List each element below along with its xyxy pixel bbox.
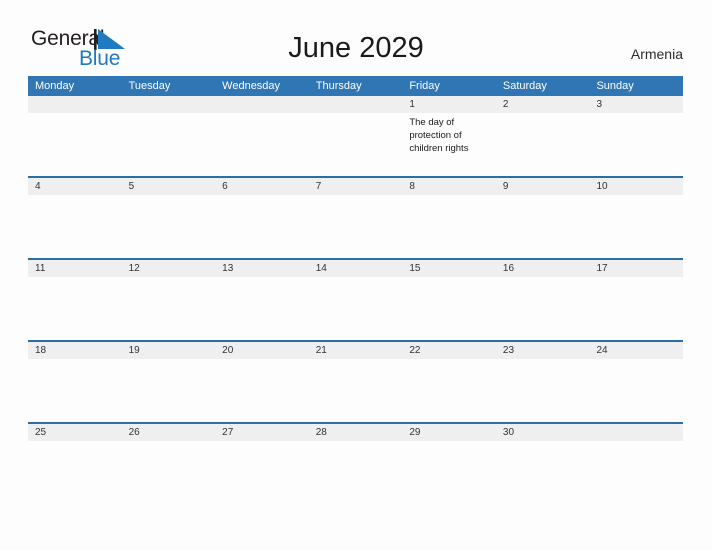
week-date-band: 25 26 27 28 29 30 <box>28 424 683 441</box>
week-content-band <box>28 359 683 422</box>
day-number[interactable] <box>309 96 403 113</box>
country-label: Armenia <box>630 46 683 62</box>
day-number[interactable]: 4 <box>28 178 122 195</box>
day-number[interactable]: 6 <box>215 178 309 195</box>
day-cell[interactable] <box>28 195 122 258</box>
day-number[interactable]: 16 <box>496 260 590 277</box>
day-number[interactable]: 21 <box>309 342 403 359</box>
day-cell[interactable] <box>309 113 403 176</box>
day-number[interactable]: 8 <box>402 178 496 195</box>
day-number[interactable]: 7 <box>309 178 403 195</box>
day-number[interactable]: 30 <box>496 424 590 441</box>
week-date-band: 1 2 3 <box>28 96 683 113</box>
day-number[interactable] <box>215 96 309 113</box>
day-number[interactable] <box>122 96 216 113</box>
weekday-header-tuesday: Tuesday <box>128 80 171 92</box>
day-number[interactable]: 18 <box>28 342 122 359</box>
day-cell[interactable] <box>589 195 683 258</box>
day-cell[interactable] <box>402 359 496 422</box>
week-content-band <box>28 277 683 340</box>
weekday-header-monday: Monday <box>35 80 75 92</box>
day-number[interactable]: 13 <box>215 260 309 277</box>
day-cell[interactable] <box>215 113 309 176</box>
day-number[interactable]: 15 <box>402 260 496 277</box>
day-number[interactable]: 20 <box>215 342 309 359</box>
day-cell[interactable] <box>496 359 590 422</box>
day-cell[interactable] <box>309 359 403 422</box>
day-number[interactable] <box>589 424 683 441</box>
day-cell[interactable] <box>402 195 496 258</box>
day-cell[interactable] <box>28 277 122 340</box>
day-number[interactable]: 2 <box>496 96 590 113</box>
day-cell[interactable] <box>309 195 403 258</box>
day-number[interactable]: 27 <box>215 424 309 441</box>
day-event: The day of protection of children rights <box>409 117 469 154</box>
week-row: 4 5 6 7 8 9 10 <box>28 176 683 258</box>
day-cell[interactable] <box>496 195 590 258</box>
week-row: 25 26 27 28 29 30 <box>28 422 683 504</box>
week-date-band: 11 12 13 14 15 16 17 <box>28 260 683 277</box>
day-cell[interactable] <box>309 441 403 504</box>
day-number[interactable]: 3 <box>589 96 683 113</box>
week-row: 18 19 20 21 22 23 24 <box>28 340 683 422</box>
day-number[interactable]: 10 <box>589 178 683 195</box>
day-number[interactable]: 25 <box>28 424 122 441</box>
day-cell[interactable] <box>496 113 590 176</box>
day-cell[interactable] <box>589 359 683 422</box>
day-cell[interactable] <box>215 195 309 258</box>
day-cell[interactable] <box>589 113 683 176</box>
week-content-band: The day of protection of children rights <box>28 113 683 176</box>
day-cell[interactable] <box>122 195 216 258</box>
day-cell[interactable] <box>28 441 122 504</box>
weekday-header-wednesday: Wednesday <box>222 80 281 92</box>
day-number[interactable]: 14 <box>309 260 403 277</box>
page-title: June 2029 <box>288 32 424 64</box>
day-cell[interactable] <box>402 277 496 340</box>
day-cell[interactable] <box>215 359 309 422</box>
day-number[interactable]: 24 <box>589 342 683 359</box>
day-number[interactable]: 29 <box>402 424 496 441</box>
weekday-header-row: Monday Tuesday Wednesday Thursday Friday… <box>28 76 683 96</box>
week-row: 11 12 13 14 15 16 17 <box>28 258 683 340</box>
day-cell[interactable] <box>122 359 216 422</box>
weekday-header-friday: Friday <box>409 80 440 92</box>
day-cell[interactable] <box>309 277 403 340</box>
week-date-band: 18 19 20 21 22 23 24 <box>28 342 683 359</box>
day-cell[interactable] <box>496 277 590 340</box>
week-content-band <box>28 195 683 258</box>
day-number[interactable]: 5 <box>122 178 216 195</box>
day-number[interactable]: 17 <box>589 260 683 277</box>
day-cell[interactable] <box>402 441 496 504</box>
weekday-header-saturday: Saturday <box>502 80 547 92</box>
day-cell[interactable] <box>589 277 683 340</box>
day-number[interactable]: 1 <box>402 96 496 113</box>
day-cell[interactable] <box>28 359 122 422</box>
day-cell[interactable]: The day of protection of children rights <box>402 113 496 176</box>
day-number[interactable]: 26 <box>122 424 216 441</box>
week-row: 1 2 3 The day of protection of children … <box>28 96 683 176</box>
calendar-grid: Monday Tuesday Wednesday Thursday Friday… <box>28 76 683 504</box>
day-cell[interactable] <box>28 113 122 176</box>
day-number[interactable]: 12 <box>122 260 216 277</box>
day-number[interactable]: 23 <box>496 342 590 359</box>
day-cell[interactable] <box>122 441 216 504</box>
week-date-band: 4 5 6 7 8 9 10 <box>28 178 683 195</box>
day-cell[interactable] <box>122 277 216 340</box>
day-cell[interactable] <box>215 441 309 504</box>
day-number[interactable]: 22 <box>402 342 496 359</box>
day-cell[interactable] <box>215 277 309 340</box>
day-number[interactable]: 19 <box>122 342 216 359</box>
week-content-band <box>28 441 683 504</box>
day-number[interactable]: 11 <box>28 260 122 277</box>
day-cell[interactable] <box>589 441 683 504</box>
weekday-header-sunday: Sunday <box>596 80 634 92</box>
weekday-header-thursday: Thursday <box>315 80 362 92</box>
day-number[interactable] <box>28 96 122 113</box>
day-number[interactable]: 28 <box>309 424 403 441</box>
day-cell[interactable] <box>496 441 590 504</box>
page-header: General Blue June 2029 Armenia <box>0 0 712 76</box>
day-cell[interactable] <box>122 113 216 176</box>
day-number[interactable]: 9 <box>496 178 590 195</box>
